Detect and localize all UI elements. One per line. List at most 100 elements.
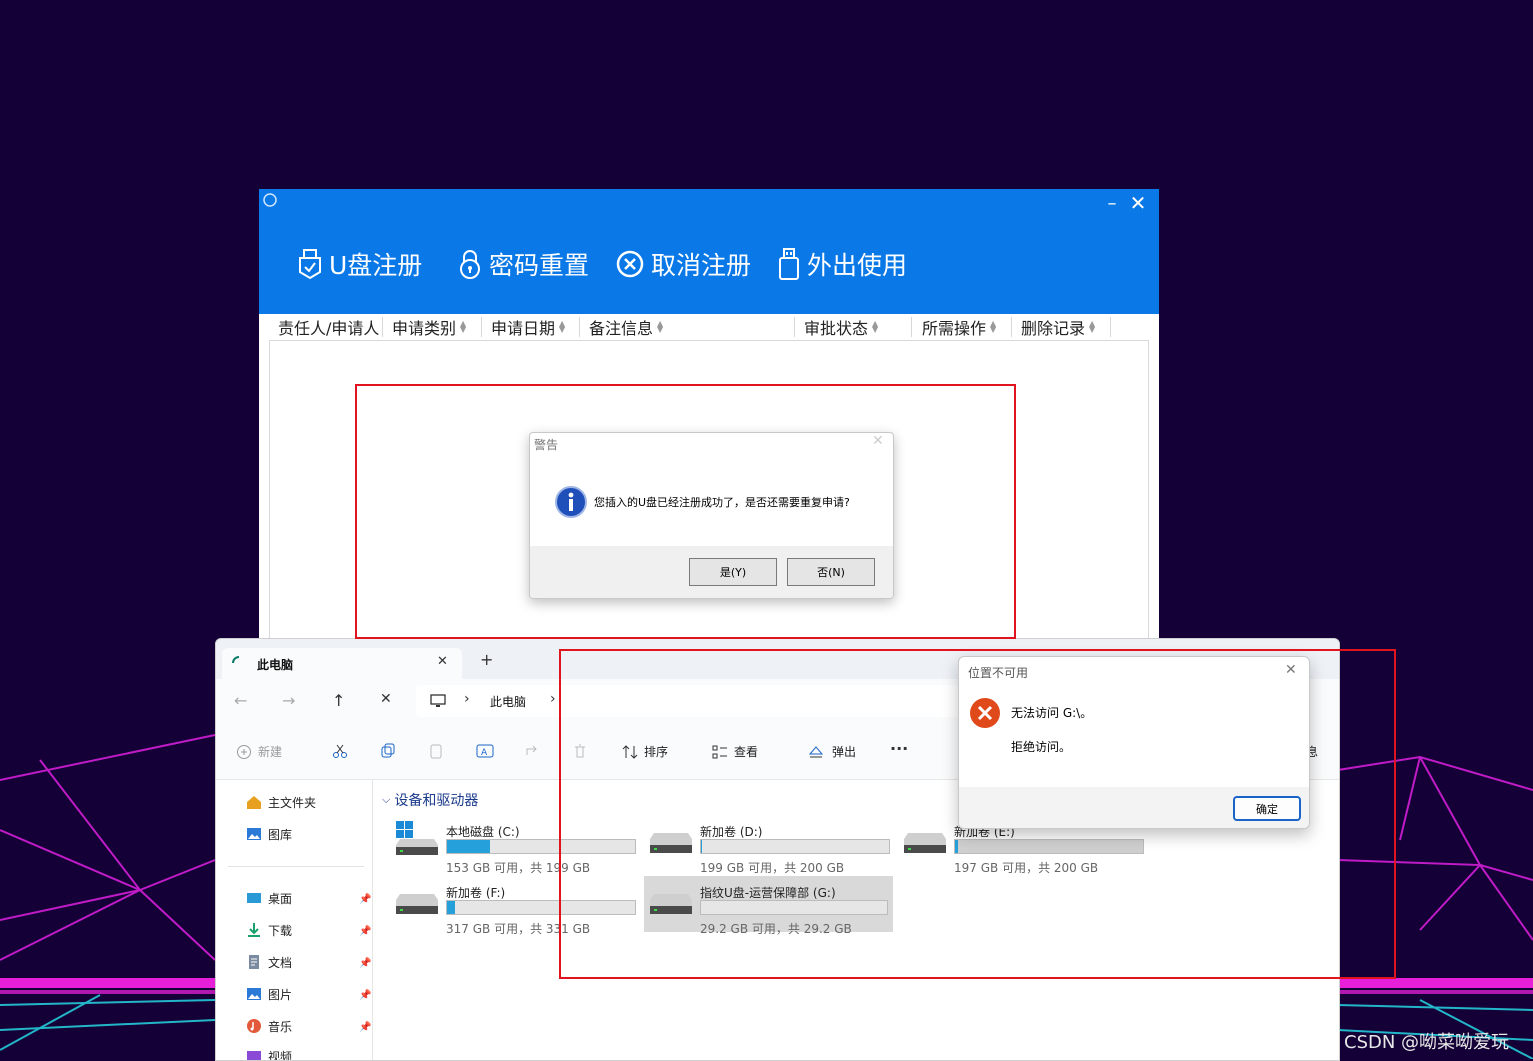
column-delete[interactable]: 删除记录 ▲▼ [1021, 316, 1095, 338]
music-icon [246, 1018, 262, 1034]
stop-button[interactable]: ✕ [380, 691, 392, 707]
section-header-devices[interactable]: ⌵ 设备和驱动器 [382, 790, 478, 810]
chevron-down-icon: ⌵ [382, 793, 390, 807]
tab-close-icon[interactable]: ✕ [437, 654, 448, 669]
rename-icon[interactable]: A [476, 743, 494, 759]
new-tab-button[interactable]: + [480, 650, 493, 669]
close-button[interactable]: ✕ [1128, 191, 1148, 215]
tab-this-pc[interactable]: 此电脑 ✕ [222, 648, 462, 679]
toolbar-label: 密码重置 [489, 246, 589, 282]
lock-icon [457, 248, 483, 280]
sidebar-item-gallery[interactable]: 图库 [246, 823, 292, 845]
copy-icon[interactable] [380, 743, 396, 759]
drive-usage-fill [447, 840, 490, 853]
desktop-icon [246, 890, 262, 906]
sidebar-label: 图库 [268, 826, 292, 843]
breadcrumb-this-pc[interactable]: 此电脑 [490, 693, 526, 710]
drive-name: 新加卷 (F:) [446, 884, 505, 901]
sidebar-label: 文档 [268, 954, 292, 971]
unregister-button[interactable]: 取消注册 [615, 244, 751, 284]
sidebar-item-music[interactable]: 音乐 [246, 1015, 292, 1037]
sort-icon: ▲▼ [657, 321, 663, 333]
toolbar-label: 外出使用 [807, 246, 907, 282]
usb-register-button[interactable]: U盘注册 [297, 244, 422, 284]
toolbar-label: 取消注册 [651, 246, 751, 282]
share-icon[interactable] [524, 743, 540, 759]
sidebar-label: 下载 [268, 922, 292, 939]
up-button[interactable]: ↑ [332, 691, 345, 710]
new-label: 新建 [258, 743, 282, 760]
hard-drive-icon [394, 890, 442, 920]
column-divider [1011, 317, 1012, 337]
app-header: – ✕ U盘注册 密码重置 取消注册 外出使用 [259, 189, 1159, 314]
breadcrumb-separator: › [464, 691, 470, 707]
column-label: 申请日期 [491, 315, 555, 339]
external-use-button[interactable]: 外出使用 [777, 244, 907, 284]
system-drive-icon [394, 819, 442, 859]
column-label: 审批状态 [804, 315, 868, 339]
column-divider [382, 317, 383, 337]
tab-title: 此电脑 [257, 656, 293, 673]
sidebar-label: 主文件夹 [268, 794, 316, 811]
column-actions[interactable]: 所需操作 ▲▼ [922, 316, 996, 338]
picture-icon [246, 986, 262, 1002]
usb-drive-icon [777, 247, 801, 281]
column-status[interactable]: 审批状态 ▲▼ [804, 316, 878, 338]
pin-icon: 📌 [359, 926, 371, 937]
drive-name: 本地磁盘 (C:) [446, 823, 520, 840]
toolbar-label: U盘注册 [329, 246, 422, 282]
column-divider [1110, 317, 1111, 337]
paste-icon[interactable] [428, 743, 444, 759]
column-label: 删除记录 [1021, 315, 1085, 339]
column-category[interactable]: 申请类别 ▲▼ [392, 316, 466, 338]
sort-icon: ▲▼ [559, 321, 565, 333]
drive-usage-fill [447, 901, 455, 914]
sidebar-item-desktop[interactable]: 桌面 [246, 887, 292, 909]
section-title: 设备和驱动器 [394, 790, 478, 810]
document-icon [246, 954, 262, 970]
password-reset-button[interactable]: 密码重置 [457, 244, 589, 284]
sidebar-divider [228, 866, 364, 867]
column-applicant[interactable]: 责任人/申请人 [278, 316, 379, 338]
column-label: 备注信息 [589, 315, 653, 339]
minimize-button[interactable]: – [1102, 193, 1122, 214]
sort-icon: ▲▼ [872, 321, 878, 333]
sidebar-item-downloads[interactable]: 下载 [246, 919, 292, 941]
new-button[interactable]: 新建 [236, 743, 282, 760]
column-label: 责任人/申请人 [278, 315, 379, 339]
column-label: 所需操作 [922, 315, 986, 339]
cancel-circle-icon [615, 249, 645, 279]
column-label: 申请类别 [392, 315, 456, 339]
forward-button[interactable]: → [282, 691, 295, 710]
pin-icon: 📌 [359, 990, 371, 1001]
video-icon [246, 1048, 262, 1061]
plus-circle-icon [236, 744, 252, 760]
pin-icon: 📌 [359, 1022, 371, 1033]
column-divider [911, 317, 912, 337]
sort-icon: ▲▼ [990, 321, 996, 333]
sidebar-item-documents[interactable]: 文档 [246, 951, 292, 973]
monitor-icon [430, 694, 446, 708]
home-icon [246, 794, 262, 810]
pin-icon: 📌 [359, 894, 371, 905]
sidebar-label: 图片 [268, 986, 292, 1003]
sidebar-item-pictures[interactable]: 图片 [246, 983, 292, 1005]
sort-icon: ▲▼ [1089, 321, 1095, 333]
sidebar-label: 桌面 [268, 890, 292, 907]
sort-icon: ▲▼ [460, 321, 466, 333]
column-divider [481, 317, 482, 337]
column-date[interactable]: 申请日期 ▲▼ [491, 316, 565, 338]
loading-icon [232, 656, 246, 670]
annotation-box [559, 649, 1396, 979]
watermark: CSDN @呦菜呦爱玩 [1344, 1028, 1509, 1054]
column-notes[interactable]: 备注信息 ▲▼ [589, 316, 663, 338]
sidebar-item-home[interactable]: 主文件夹 [246, 791, 316, 813]
back-button[interactable]: ← [234, 691, 247, 710]
pin-icon: 📌 [359, 958, 371, 969]
sidebar-splitter[interactable] [372, 780, 373, 1060]
cut-icon[interactable] [332, 743, 348, 759]
svg-text:A: A [481, 748, 488, 758]
download-icon [246, 922, 262, 938]
usb-shield-icon [297, 248, 323, 280]
sidebar-label: 音乐 [268, 1018, 292, 1035]
